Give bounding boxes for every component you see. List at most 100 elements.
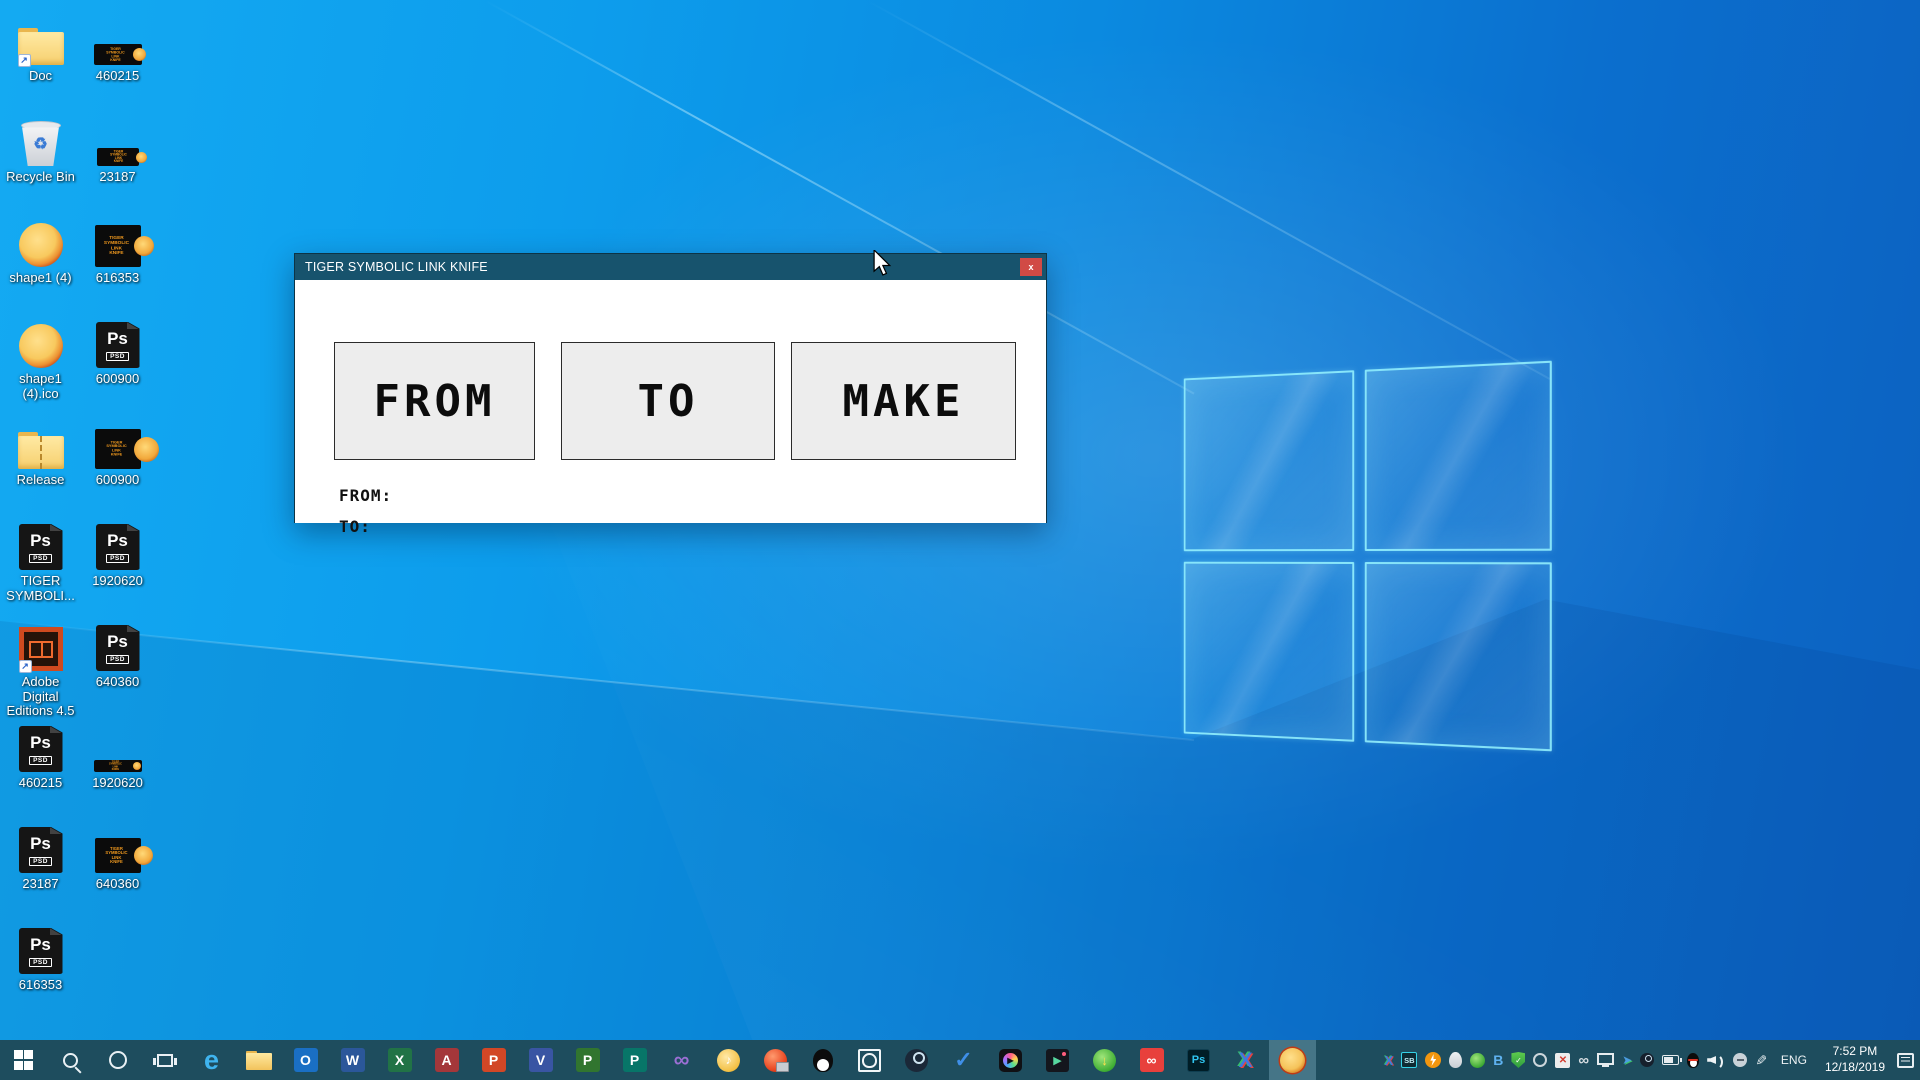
tiger-box-icon: TIGERSYMBOLICLINKKNIFE (95, 225, 141, 267)
desktop-icon-1920620[interactable]: TIGERSYMBOLICLINKKNIFE1920620 (79, 719, 156, 820)
folded-corner (50, 827, 62, 834)
tiger-banner-icon: TIGERSYMBOLICLINKKNIFE (97, 148, 139, 166)
steam-tray[interactable] (1640, 1053, 1654, 1067)
x-app[interactable]: X (1222, 1040, 1269, 1080)
desktop-icon-23187[interactable]: TIGERSYMBOLICLINKKNIFE23187 (79, 113, 156, 214)
folded-corner (127, 524, 139, 531)
desktop-icon-640360[interactable]: TIGERSYMBOLICLINKKNIFE640360 (79, 820, 156, 921)
task-view-button[interactable] (141, 1040, 188, 1080)
screen-recorder-icon: ▶ (1046, 1049, 1069, 1072)
language-indicator[interactable]: ENG (1775, 1053, 1813, 1067)
steam[interactable] (893, 1040, 940, 1080)
desktop-icon-tiger-symboli-[interactable]: PsPSDTIGER SYMBOLI... (2, 517, 79, 618)
update-ring-tray[interactable] (1533, 1053, 1547, 1067)
search-button[interactable] (47, 1040, 94, 1080)
camera-app[interactable] (752, 1040, 799, 1080)
icon-wrap: ↗ (18, 15, 64, 65)
screen-recorder[interactable]: ▶ (1034, 1040, 1081, 1080)
word[interactable]: W (329, 1040, 376, 1080)
cortana-button[interactable] (94, 1040, 141, 1080)
power-tray[interactable] (1662, 1055, 1679, 1065)
window-titlebar[interactable]: TIGER SYMBOLIC LINK KNIFE x (295, 254, 1046, 280)
desktop-icon-recycle-bin[interactable]: ♻Recycle Bin (2, 113, 79, 214)
adobe-digital-editions-icon: ↗ (19, 627, 63, 671)
desktop-icon-600900[interactable]: PsPSD600900 (79, 315, 156, 416)
creative-cloud-tray-icon: ∞ (1578, 1053, 1589, 1068)
x-app-tray[interactable]: X (1385, 1053, 1394, 1068)
qq-penguin-icon (813, 1049, 833, 1072)
qq[interactable] (799, 1040, 846, 1080)
tiger-app-icon (1280, 1048, 1305, 1073)
bluetooth-tray[interactable]: B (1493, 1053, 1503, 1067)
desktop-icon-616353[interactable]: PsPSD616353 (2, 921, 79, 1022)
photoshop[interactable]: Ps (1175, 1040, 1222, 1080)
tiger-icon-circle (134, 437, 159, 462)
powerpoint[interactable]: P (470, 1040, 517, 1080)
display-tray[interactable] (1597, 1055, 1614, 1065)
potplayer[interactable]: ▶ (987, 1040, 1034, 1080)
desktop-icon-600900[interactable]: TIGERSYMBOLICLINKKNIFE600900 (79, 416, 156, 517)
pen-tray[interactable]: ✎ (1755, 1053, 1767, 1067)
desktop-icon-616353[interactable]: TIGERSYMBOLICLINKKNIFE616353 (79, 214, 156, 315)
to-button[interactable]: TO (561, 342, 775, 460)
project[interactable]: P (564, 1040, 611, 1080)
creative-cloud-tray[interactable]: ∞ (1578, 1053, 1589, 1068)
key-tray[interactable] (1733, 1053, 1747, 1067)
idm[interactable]: ↓ (1081, 1040, 1128, 1080)
tiger-app[interactable] (1269, 1040, 1316, 1080)
blocked-doc-tray[interactable]: ✕ (1555, 1053, 1570, 1068)
windows-logo-pane (1364, 361, 1552, 551)
desktop-icon-640360[interactable]: PsPSD640360 (79, 618, 156, 719)
check-app[interactable]: ✓ (940, 1040, 987, 1080)
desktop-icon-adobe-digital-editions-4-5[interactable]: ↗Adobe Digital Editions 4.5 (2, 618, 79, 719)
icon-wrap (19, 217, 63, 267)
alien-tray[interactable] (1449, 1052, 1462, 1068)
action-center-button[interactable] (1897, 1053, 1914, 1068)
bluetooth-tray-icon: B (1493, 1053, 1503, 1067)
idm-tray[interactable] (1470, 1053, 1485, 1068)
qq-tray[interactable] (1687, 1053, 1699, 1068)
volume-tray[interactable] (1707, 1053, 1725, 1067)
ps-label: Ps (107, 329, 128, 349)
qq-music[interactable]: ♪ (705, 1040, 752, 1080)
powerpoint-icon: P (482, 1048, 506, 1072)
excel[interactable]: X (376, 1040, 423, 1080)
graphics-tray[interactable]: ➤ (1622, 1054, 1632, 1066)
desktop-icon-23187[interactable]: PsPSD23187 (2, 820, 79, 921)
sb-app-tray[interactable]: SB (1401, 1052, 1417, 1068)
visio[interactable]: V (517, 1040, 564, 1080)
edge[interactable]: e (188, 1040, 235, 1080)
window-body: FROM TO MAKE FROM: TO: (295, 280, 1046, 523)
desktop-icon-shape1-4-ico[interactable]: shape1 (4).ico (2, 315, 79, 416)
publisher-icon: P (623, 1048, 647, 1072)
desktop-icon-release[interactable]: Release (2, 416, 79, 517)
access[interactable]: A (423, 1040, 470, 1080)
outlook[interactable]: O (282, 1040, 329, 1080)
desktop-icon-doc[interactable]: ↗Doc (2, 12, 79, 113)
desktop-icon-shape1-4-[interactable]: shape1 (4) (2, 214, 79, 315)
recycle-bin-icon: ♻ (21, 121, 61, 166)
lightning-tray[interactable] (1425, 1052, 1441, 1068)
taskbar-clock[interactable]: 7:52 PM 12/18/2019 (1821, 1044, 1889, 1075)
visual-studio-icon: ∞ (674, 1049, 690, 1071)
desktop-icon-460215[interactable]: PsPSD460215 (2, 719, 79, 820)
ps-label: Ps (107, 531, 128, 551)
desktop-icon-label: 1920620 (92, 574, 143, 589)
close-button[interactable]: x (1020, 258, 1042, 276)
apple-box-app[interactable] (846, 1040, 893, 1080)
publisher[interactable]: P (611, 1040, 658, 1080)
defender-tray[interactable]: ✓ (1511, 1052, 1525, 1068)
desktop-icon-1920620[interactable]: PsPSD1920620 (79, 517, 156, 618)
start-button[interactable] (0, 1040, 47, 1080)
desktop-wallpaper (0, 0, 1920, 1080)
tiger-box-icon: TIGERSYMBOLICLINKKNIFE (95, 838, 141, 873)
from-button[interactable]: FROM (334, 342, 535, 460)
visual-studio[interactable]: ∞ (658, 1040, 705, 1080)
visio-icon: V (529, 1048, 553, 1072)
creative-cloud[interactable]: ∞ (1128, 1040, 1175, 1080)
make-button[interactable]: MAKE (791, 342, 1016, 460)
desktop-icon-460215[interactable]: TIGERSYMBOLICLINKKNIFE460215 (79, 12, 156, 113)
desktop-icon-label: shape1 (4).ico (2, 372, 79, 401)
desktop-icon-label: 616353 (19, 978, 62, 993)
file-explorer[interactable] (235, 1040, 282, 1080)
